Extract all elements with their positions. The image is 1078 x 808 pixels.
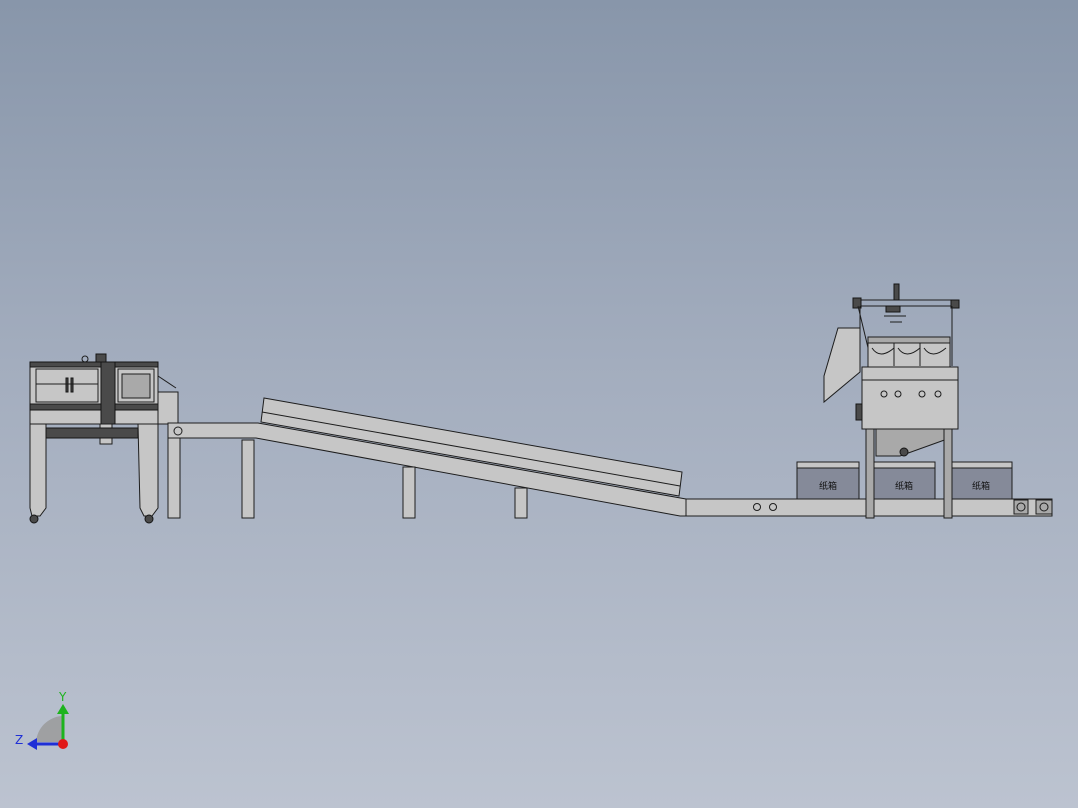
left-machine-top-fitting [95,353,107,363]
door-handle [70,377,74,393]
y-axis-label: Y [58,690,67,704]
conveyor-leg [514,487,528,519]
sorter-leg [865,428,875,519]
y-axis-head [57,704,69,714]
caster-wheel [144,514,154,524]
top-actuator [893,283,900,301]
top-frame [855,299,957,307]
door-handle [65,377,69,393]
conveyor-leg [402,466,416,519]
rail-end-cap [1035,499,1053,515]
bins: 纸箱 纸箱 纸箱 [796,461,1013,500]
left-machine[interactable] [29,353,179,524]
left-machine-pillar [100,361,116,425]
z-axis-head [27,738,37,750]
hopper-taper [875,428,951,457]
conveyor-leg [241,439,255,519]
carton-bin-label: 纸箱 [819,480,837,492]
left-machine-bottom-rail [29,403,159,411]
conveyor-leg [167,437,181,519]
cad-viewport[interactable]: 纸箱 纸箱 纸箱 Y Z [0,0,1078,808]
carton-bin-label: 纸箱 [895,480,913,492]
caster-wheel [29,514,39,524]
sorter-body [861,366,959,430]
left-machine-leg [137,423,159,517]
x-axis-dot [58,739,68,749]
left-machine-crossbar [45,427,139,439]
feed-chute [823,327,861,404]
triad-quadrant [36,716,62,742]
view-triad[interactable]: Y Z [15,690,69,750]
left-machine-window [121,373,151,399]
left-machine-leg [29,423,47,517]
rail-end-cap [1013,499,1029,515]
left-machine-side-block [157,391,179,425]
sorter-leg [943,428,953,519]
carton-bin-label: 纸箱 [972,480,990,492]
left-machine-top-rail [29,361,159,368]
z-axis-label: Z [15,733,23,747]
